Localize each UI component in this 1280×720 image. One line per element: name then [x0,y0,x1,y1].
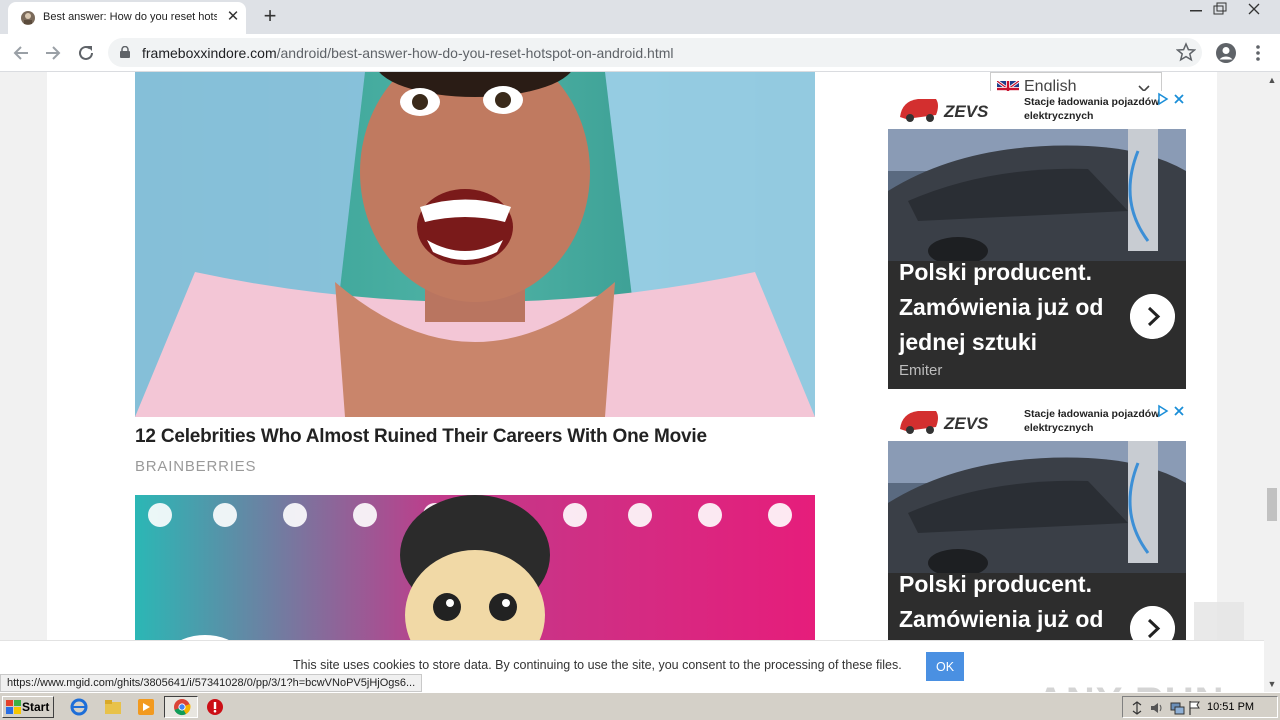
url-path: /android/best-answer-how-do-you-reset-ho… [276,45,674,61]
ad-headline[interactable]: Polski producent. Zamówienia już od jedn… [899,255,1129,360]
media-player-icon[interactable] [137,698,155,716]
ad-headline[interactable]: Polski producent. Zamówienia już od [899,567,1129,637]
action-center-flag-icon[interactable] [1187,700,1203,716]
browser-menu-icon[interactable] [1250,42,1266,64]
ad-sponsor: Emiter [899,362,943,379]
opera-icon[interactable] [206,698,224,716]
close-tab-icon[interactable]: ✕ [224,8,242,26]
zevs-logo: ZEVS [900,411,989,434]
windows-logo-icon [6,700,21,714]
bookmark-star-icon[interactable] [1176,42,1196,62]
chrome-icon [174,699,191,716]
tab-strip: Best answer: How do you reset hotspot on… [0,0,1280,34]
svg-text:ZEVS: ZEVS [943,414,989,433]
status-bar-link: https://www.mgid.com/ghits/3805641/i/573… [0,674,423,692]
minimize-window-icon[interactable] [1184,0,1208,18]
celebrity-photo [135,72,815,417]
cookie-ok-button[interactable]: OK [926,652,964,681]
ad-choices-icon[interactable] [1157,404,1185,418]
anyrun-watermark: ANY RUN [1036,680,1225,692]
url-host: frameboxxindore.com [142,45,277,61]
browser-tab[interactable]: Best answer: How do you reset hotspot on… [8,2,246,34]
scroll-down-arrow-icon[interactable]: ▼ [1264,676,1280,692]
ad-next-arrow-icon[interactable] [1130,294,1175,339]
taskbar-clock: 10:51 PM [1207,701,1255,713]
start-label: Start [22,700,50,714]
url-text: frameboxxindore.com/android/best-answer-… [142,45,674,61]
tray-arrows-icon[interactable] [1129,700,1145,716]
browser-toolbar: frameboxxindore.com/android/best-answer-… [0,34,1280,72]
internet-explorer-icon[interactable] [70,698,88,716]
scroll-up-arrow-icon[interactable]: ▲ [1264,72,1280,88]
network-icon[interactable] [1169,700,1185,716]
ad-choices-icon[interactable] [1157,92,1185,106]
forward-arrow-icon[interactable] [42,42,64,64]
back-arrow-icon[interactable] [10,42,32,64]
volume-icon[interactable] [1149,700,1165,716]
page-scrollbar[interactable]: ▲ ▼ [1264,72,1280,692]
cookie-message: This site uses cookies to store data. By… [293,658,902,672]
article-title[interactable]: 12 Celebrities Who Almost Ruined Their C… [135,426,707,448]
zevs-logo: ZEVS [900,99,989,122]
ad-unit-1[interactable]: ZEVS Stacje ładowania pojazdów elektrycz… [888,91,1186,389]
lock-icon[interactable] [120,46,130,58]
tab-title: Best answer: How do you reset hotspot on… [43,11,217,23]
article-source: BRAINBERRIES [135,458,257,475]
profile-avatar-icon[interactable] [1215,42,1237,64]
ad-banner: ZEVS Stacje ładowania pojazdów elektrycz… [888,91,1186,129]
address-bar[interactable]: frameboxxindore.com/android/best-answer-… [108,38,1202,67]
close-window-icon[interactable] [1242,0,1266,18]
system-tray: 10:51 PM [1122,696,1278,718]
reload-icon[interactable] [75,42,97,64]
windows-taskbar: Start 10:51 PM [0,692,1280,720]
scrollbar-thumb[interactable] [1267,488,1277,521]
ad-tagline: Stacje ładowania pojazdów elektrycznych [1024,408,1160,434]
site-favicon-icon [21,11,35,25]
svg-text:ZEVS: ZEVS [943,102,989,121]
ad-banner: ZEVS Stacje ładowania pojazdów elektrycz… [888,403,1186,441]
restore-window-icon[interactable] [1208,0,1232,18]
start-button[interactable]: Start [2,696,54,718]
article-thumbnail-celebrity[interactable] [135,72,815,417]
ad-tagline: Stacje ładowania pojazdów elektrycznych [1024,96,1160,122]
new-tab-button[interactable]: + [258,5,282,29]
page-viewport: 12 Celebrities Who Almost Ruined Their C… [0,72,1264,692]
taskbar-chrome-button[interactable] [164,696,198,718]
ad-unit-2[interactable]: ZEVS Stacje ładowania pojazdów elektrycz… [888,403,1186,663]
file-explorer-icon[interactable] [104,698,122,716]
